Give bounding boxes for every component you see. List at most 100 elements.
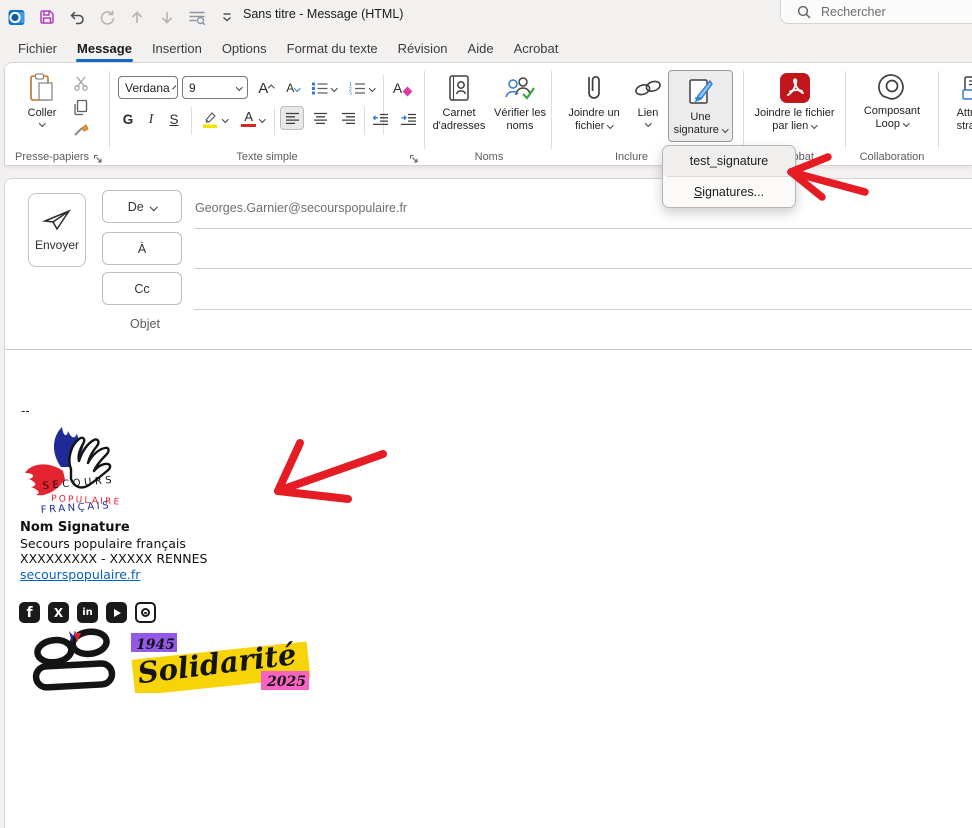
to-field-button[interactable]: À xyxy=(102,232,182,265)
chevron-down-icon xyxy=(236,84,242,90)
from-field-underline xyxy=(194,228,972,229)
paperclip-icon xyxy=(583,71,605,105)
attribute-tag-icon xyxy=(960,71,972,105)
tab-revision[interactable]: Révision xyxy=(388,37,458,60)
signature-org: Secours populaire français xyxy=(20,536,207,552)
youtube-icon[interactable] xyxy=(106,602,127,623)
link-button[interactable]: Lien xyxy=(631,71,665,126)
instagram-icon[interactable] xyxy=(135,602,156,623)
paper-plane-icon xyxy=(42,208,72,232)
highlighter-icon xyxy=(201,110,219,128)
undo-icon[interactable] xyxy=(68,9,85,26)
font-name-combo[interactable]: Verdana xyxy=(118,76,178,99)
chevron-down-icon xyxy=(607,122,613,128)
font-group: Verdana 9 A A 123 A G I S xyxy=(111,63,423,165)
tab-insertion[interactable]: Insertion xyxy=(142,37,212,60)
address-book-icon xyxy=(446,71,472,105)
check-names-button[interactable]: Vérifier les noms xyxy=(492,71,548,133)
caret-up-icon xyxy=(268,85,274,91)
linkedin-icon[interactable]: in xyxy=(77,602,98,623)
subject-underline[interactable] xyxy=(5,349,972,350)
align-right-button[interactable] xyxy=(336,106,360,130)
increase-indent-icon xyxy=(400,113,417,126)
tab-fichier[interactable]: Fichier xyxy=(8,37,67,60)
attach-file-button[interactable]: Joindre un fichier xyxy=(559,71,629,133)
attribute-button[interactable]: Attributstraté xyxy=(944,71,972,133)
menu-item-test-signature[interactable]: test_signature xyxy=(663,146,795,176)
menu-item-signatures[interactable]: Signatures... xyxy=(663,177,795,207)
send-button[interactable]: Envoyer xyxy=(28,193,86,267)
social-icons-row: f X in xyxy=(19,602,156,623)
tab-format-du-texte[interactable]: Format du texte xyxy=(277,37,388,60)
ribbon-tab-row: Fichier Message Insertion Options Format… xyxy=(0,34,972,62)
red-arrow-annotation-body xyxy=(253,429,403,519)
names-group: Carnet d'adresses Vérifier les noms Noms xyxy=(426,63,552,165)
from-address-value[interactable]: Georges.Garnier@secourspopulaire.fr xyxy=(195,201,407,215)
clipboard-dialog-launcher-icon[interactable] xyxy=(93,151,103,161)
copy-button[interactable] xyxy=(71,95,91,119)
pdf-icon xyxy=(779,71,811,105)
numbered-list-button[interactable]: 123 xyxy=(345,76,377,100)
search-icon xyxy=(797,5,811,19)
redo-icon xyxy=(98,9,115,26)
chevron-down-icon xyxy=(903,120,909,126)
bold-button[interactable]: G xyxy=(118,107,138,131)
font-dialog-launcher-icon[interactable] xyxy=(409,151,419,161)
address-book-button[interactable]: Carnet d'adresses xyxy=(428,71,490,133)
signature-button[interactable]: Une signature xyxy=(668,70,733,142)
to-field-underline[interactable] xyxy=(194,268,972,269)
subject-label: Objet xyxy=(115,317,175,331)
clear-formatting-button[interactable]: A xyxy=(389,76,415,100)
align-center-button[interactable] xyxy=(308,106,332,130)
cut-button xyxy=(71,71,91,95)
underline-button[interactable]: S xyxy=(164,107,184,131)
bullet-list-button[interactable] xyxy=(309,76,339,100)
grow-font-button[interactable]: A xyxy=(254,76,278,100)
caret-down-icon xyxy=(294,85,300,91)
align-right-icon xyxy=(341,112,356,125)
decrease-indent-button[interactable] xyxy=(368,107,392,131)
tab-acrobat[interactable]: Acrobat xyxy=(504,37,569,60)
cc-field-underline[interactable] xyxy=(194,309,972,310)
align-center-icon xyxy=(313,112,328,125)
svg-text:3: 3 xyxy=(349,92,352,96)
x-icon[interactable]: X xyxy=(48,602,69,623)
align-left-button[interactable] xyxy=(280,106,304,130)
from-field-button[interactable]: De xyxy=(102,190,182,223)
title-bar: Sans titre - Message (HTML) Rechercher xyxy=(0,0,972,34)
italic-button[interactable]: I xyxy=(142,107,160,131)
chevron-down-icon xyxy=(39,120,45,126)
tab-aide[interactable]: Aide xyxy=(458,37,504,60)
clipboard-icon xyxy=(29,71,55,105)
paste-button[interactable]: Coller xyxy=(21,71,63,126)
highlight-color-button[interactable] xyxy=(197,107,231,131)
chevron-down-icon xyxy=(172,86,176,90)
cc-field-button[interactable]: Cc xyxy=(102,272,182,305)
signature-website-link[interactable]: secourspopulaire.fr xyxy=(20,567,140,582)
loop-component-button[interactable]: Composant Loop xyxy=(851,69,933,131)
chevron-down-icon xyxy=(222,116,228,122)
tab-message[interactable]: Message xyxy=(67,37,142,60)
search-input[interactable]: Rechercher xyxy=(780,0,972,24)
red-arrow-annotation-menu xyxy=(778,148,878,204)
loop-icon xyxy=(875,69,909,103)
link-icon xyxy=(632,71,664,105)
tab-options[interactable]: Options xyxy=(212,37,277,60)
save-icon[interactable] xyxy=(38,9,55,26)
shrink-font-button[interactable]: A xyxy=(281,76,305,100)
attach-by-link-button[interactable]: Joindre le fichier par lien xyxy=(747,71,842,133)
signature-delimiter: -- xyxy=(21,404,30,418)
eraser-icon xyxy=(403,86,413,96)
customize-toolbar-chevron-icon[interactable] xyxy=(218,9,235,26)
chevron-down-icon xyxy=(722,126,728,132)
window-title: Sans titre - Message (HTML) xyxy=(243,0,403,28)
font-size-combo[interactable]: 9 xyxy=(182,76,248,99)
quick-access-toolbar xyxy=(8,4,235,30)
increase-indent-button[interactable] xyxy=(396,107,420,131)
format-painter-button[interactable] xyxy=(71,119,91,143)
font-color-button[interactable]: A xyxy=(237,107,269,131)
signature-name: Nom Signature xyxy=(20,520,207,536)
search-placeholder: Rechercher xyxy=(821,5,886,19)
search-lists-icon[interactable] xyxy=(188,9,205,26)
facebook-icon[interactable]: f xyxy=(19,602,40,623)
